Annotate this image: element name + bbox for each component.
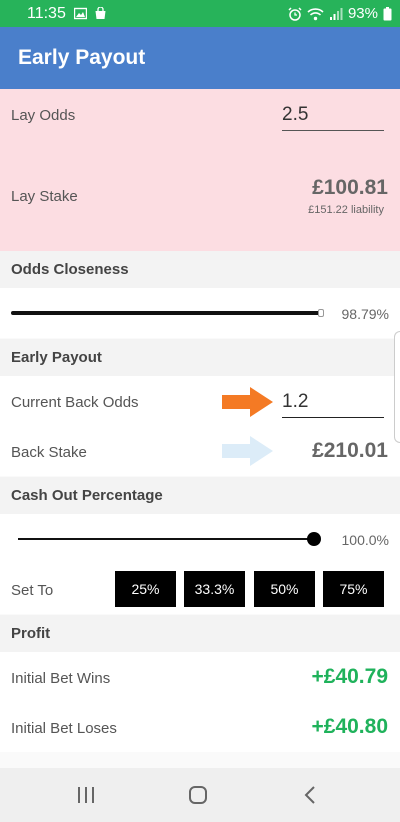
arrow-right-blue-icon [222,435,274,472]
odds-closeness-heading-text: Odds Closeness [11,261,129,278]
lay-liability: £151.22 liability [308,204,384,216]
initial-bet-loses-value: +£40.80 [311,715,389,738]
odds-closeness-heading: Odds Closeness [0,251,400,288]
set-33-button[interactable]: 33.3% [184,571,245,607]
set-25-button[interactable]: 25% [115,571,176,607]
early-payout-heading: Early Payout [0,339,400,376]
profit-heading-text: Profit [11,625,51,642]
cash-out-percent: 100.0% [341,532,389,548]
back-odds-input[interactable] [282,387,384,418]
recents-icon[interactable] [66,782,106,808]
initial-bet-loses-label: Initial Bet Loses [11,720,117,737]
lay-odds-label: Lay Odds [11,107,76,124]
back-stake-value: £210.01 [312,439,388,462]
set-to-label: Set To [11,582,54,599]
battery-percent: 93% [347,5,378,22]
back-odds-label: Current Back Odds [11,394,139,411]
cash-out-slider-track[interactable] [18,538,314,540]
shopping-bag-icon [94,6,107,20]
cash-out-slider-thumb[interactable] [307,532,321,546]
arrow-right-orange-icon [222,386,274,423]
cash-out-heading-text: Cash Out Percentage [11,487,163,504]
set-50-button[interactable]: 50% [254,571,315,607]
lay-stake-label: Lay Stake [11,188,78,205]
navigation-bar [0,768,400,822]
initial-bet-wins-value: +£40.79 [311,665,389,688]
lay-stake-value: £100.81 [312,176,388,199]
odds-closeness-bar [11,311,321,315]
alarm-icon [288,6,302,21]
set-75-button[interactable]: 75% [323,571,384,607]
page-title: Early Payout [18,46,146,69]
profit-heading: Profit [0,615,400,652]
lay-odds-input[interactable] [282,100,384,131]
status-time: 11:35 [27,4,66,22]
early-payout-heading-text: Early Payout [11,349,102,366]
back-icon[interactable] [290,782,330,808]
odds-closeness-percent: 98.79% [341,306,389,322]
signal-icon [329,7,343,21]
initial-bet-wins-label: Initial Bet Wins [11,670,111,687]
app-bar: Early Payout [0,27,400,89]
wifi-icon [307,7,324,21]
status-bar: 11:35 93% [0,0,400,27]
home-icon[interactable] [178,782,218,808]
odds-closeness-bar-end [318,309,324,317]
cash-out-heading: Cash Out Percentage [0,477,400,514]
battery-icon [383,6,392,21]
image-icon [73,7,88,20]
edge-panel-handle[interactable] [394,331,400,443]
back-stake-label: Back Stake [11,444,87,461]
